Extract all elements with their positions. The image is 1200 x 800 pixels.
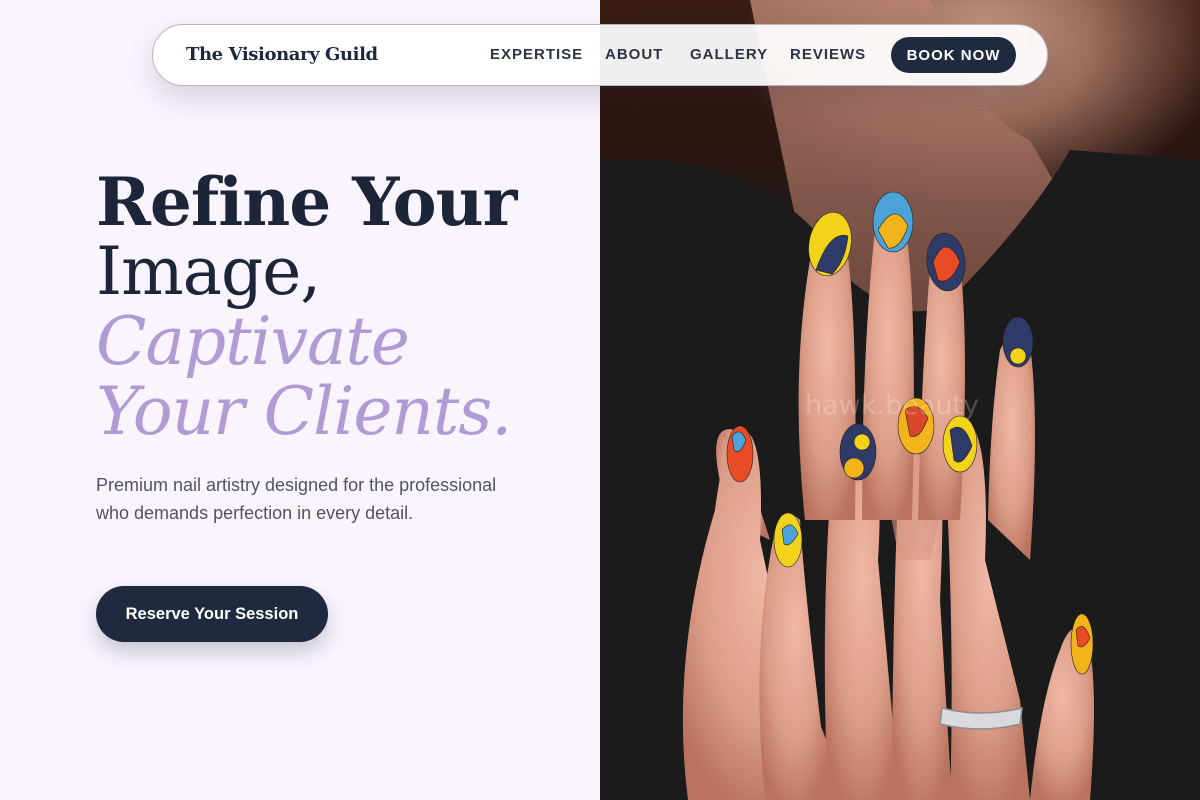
nav-link-expertise[interactable]: EXPERTISE	[490, 46, 583, 63]
hero-title-line-1: Refine Your	[96, 163, 517, 241]
nav-link-gallery[interactable]: GALLERY	[690, 46, 768, 63]
reserve-session-button[interactable]: Reserve Your Session	[96, 586, 328, 642]
photo-watermark: hawk.beauty	[805, 390, 979, 421]
nav-link-reviews[interactable]: REVIEWS	[790, 46, 866, 63]
hero-subtitle: Premium nail artistry designed for the p…	[96, 475, 497, 523]
hero-title-line-2: Image,	[96, 233, 321, 310]
hero-accent-line-2: Your Clients.	[96, 373, 512, 450]
top-navbar: The Visionary Guild EXPERTISE ABOUT GALL…	[152, 24, 1048, 86]
hero-accent-line-1: Captivate	[96, 303, 410, 380]
nav-link-about[interactable]: ABOUT	[605, 46, 663, 63]
brand-logo[interactable]: The Visionary Guild	[186, 44, 378, 65]
hands-illustration: hawk.beauty	[600, 0, 1200, 800]
hero-photo: hawk.beauty	[600, 0, 1200, 800]
book-now-button[interactable]: BOOK NOW	[891, 37, 1016, 73]
